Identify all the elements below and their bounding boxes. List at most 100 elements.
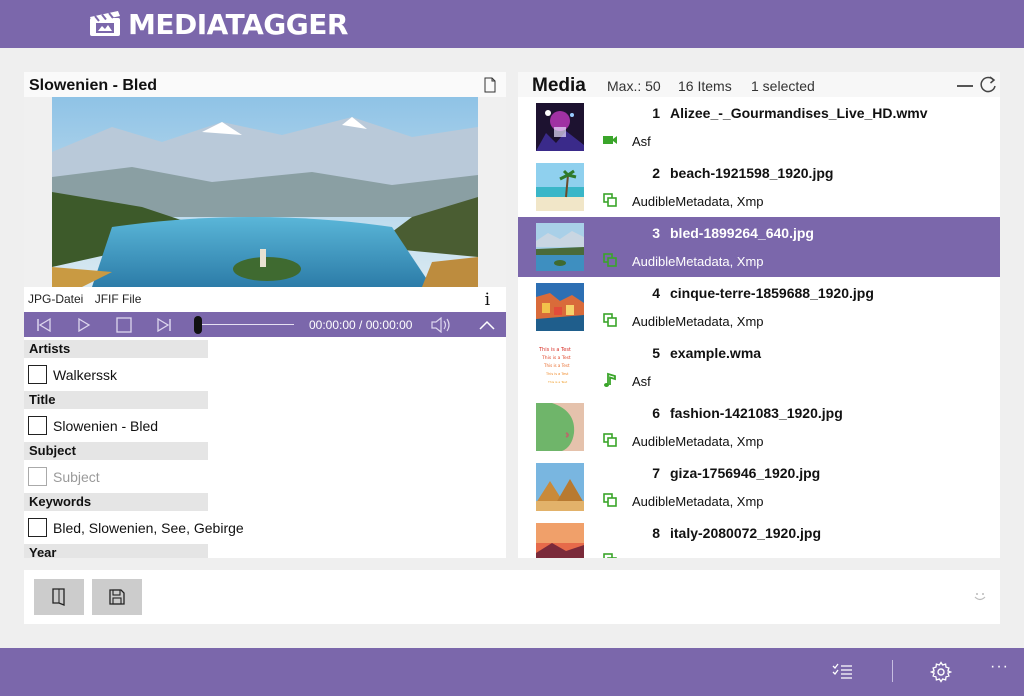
document-icon[interactable]	[484, 77, 496, 93]
file-info: JPG-Datei JFIF File	[28, 292, 149, 306]
separator	[892, 660, 893, 682]
item-metadata: AudibleMetadata, Xmp	[632, 254, 764, 269]
collapse-button[interactable]	[476, 312, 498, 337]
item-filename: italy-2080072_1920.jpg	[670, 525, 821, 541]
item-filename: giza-1756946_1920.jpg	[670, 465, 821, 481]
media-item[interactable]: 2 beach-1921598_1920.jpg AudibleMetadata…	[518, 157, 1000, 217]
thumbnail	[536, 163, 584, 211]
max-count: Max.: 50	[607, 78, 661, 94]
checklist-icon[interactable]	[831, 661, 853, 683]
open-folder-button[interactable]	[34, 579, 84, 615]
book-open-icon	[52, 588, 65, 606]
item-metadata: AudibleMetadata, Xmp	[632, 194, 764, 209]
image-icon	[603, 553, 617, 558]
field-value[interactable]: Slowenien - Bled	[53, 418, 158, 434]
item-number: 4	[652, 285, 660, 301]
field-placeholder[interactable]: Subject	[53, 469, 100, 485]
stop-button[interactable]	[114, 312, 134, 337]
field-year: Year	[24, 544, 506, 558]
thumbnail	[536, 103, 584, 151]
app-name: MEDIATAGGER	[128, 7, 348, 41]
command-bar: ···	[0, 648, 1024, 696]
item-count: 16 Items	[678, 78, 732, 94]
media-list: 1 Alizee_-_Gourmandises_Live_HD.wmv Asf …	[518, 97, 1000, 558]
item-number: 3	[652, 225, 660, 241]
preview-title: Slowenien - Bled	[29, 77, 158, 94]
save-button[interactable]	[92, 579, 142, 615]
field-checkbox[interactable]	[28, 467, 47, 486]
gear-icon[interactable]	[930, 661, 952, 683]
media-player-bar: 00:00:00 / 00:00:00	[24, 312, 506, 337]
image-icon	[603, 253, 617, 267]
item-number: 6	[652, 405, 660, 421]
field-checkbox[interactable]	[28, 365, 47, 384]
field-keywords: Keywords Bled, Slowenien, See, Gebirge	[24, 493, 506, 544]
preview-area	[24, 97, 506, 287]
previous-button[interactable]	[34, 312, 54, 337]
item-metadata: Asf	[632, 374, 651, 389]
file-type: JPG-Datei	[28, 292, 84, 306]
media-item[interactable]: 6 fashion-1421083_1920.jpg AudibleMetada…	[518, 397, 1000, 457]
metadata-fields: Artists Walkerssk Title Slowenien - Bled…	[24, 340, 506, 558]
remove-button[interactable]	[957, 85, 973, 87]
media-item[interactable]: 1 Alizee_-_Gourmandises_Live_HD.wmv Asf	[518, 97, 1000, 157]
seek-track[interactable]	[200, 324, 294, 325]
thumb-text-line: This is a Test	[545, 372, 569, 376]
item-filename: example.wma	[670, 345, 762, 361]
media-item[interactable]: 4 cinque-terre-1859688_1920.jpg AudibleM…	[518, 277, 1000, 337]
item-metadata: AudibleMetadata, Xmp	[632, 494, 764, 509]
item-metadata: AudibleMetadata, Xmp	[632, 314, 764, 329]
field-checkbox[interactable]	[28, 518, 47, 537]
media-item[interactable]: 7 giza-1756946_1920.jpg AudibleMetadata,…	[518, 457, 1000, 517]
media-item-selected[interactable]: 3 bled-1899264_640.jpg AudibleMetadata, …	[518, 217, 1000, 277]
field-value[interactable]: Walkerssk	[53, 367, 117, 383]
item-metadata: AudibleMetadata, Xmp	[632, 434, 764, 449]
image-icon	[603, 193, 617, 207]
field-checkbox[interactable]	[28, 416, 47, 435]
more-options-button[interactable]: ···	[990, 658, 1009, 676]
stop-icon	[116, 316, 132, 333]
playback-time: 00:00:00 / 00:00:00	[309, 318, 413, 332]
app-logo: MEDIATAGGER	[88, 6, 348, 42]
field-subject: Subject Subject	[24, 442, 506, 493]
refresh-icon[interactable]	[978, 75, 998, 95]
media-header: Media Max.: 50 16 Items 1 selected	[518, 72, 1000, 99]
thumbnail	[536, 463, 584, 511]
thumbnail	[536, 283, 584, 331]
thumb-text-line: This is a Test	[547, 380, 568, 384]
action-bar	[24, 570, 1000, 624]
skip-back-icon	[37, 317, 51, 332]
thumbnail: This is a Test This is a Test This is a …	[536, 343, 584, 391]
preview-image	[52, 97, 478, 287]
preview-header: Slowenien - Bled	[24, 72, 506, 98]
skip-forward-icon	[157, 317, 171, 332]
item-metadata: Asf	[632, 134, 651, 149]
thumb-text-line: This is a Test	[543, 363, 570, 368]
thumb-text-line: This is a Test	[538, 347, 571, 353]
save-icon	[109, 589, 125, 605]
field-artists: Artists Walkerssk	[24, 340, 506, 391]
item-filename: Alizee_-_Gourmandises_Live_HD.wmv	[670, 105, 928, 121]
chevron-up-icon	[479, 320, 495, 330]
thumbnail	[536, 223, 584, 271]
field-label: Artists	[24, 340, 208, 358]
volume-icon	[431, 316, 450, 333]
image-icon	[603, 433, 617, 447]
selected-count: 1 selected	[751, 78, 815, 94]
item-number: 1	[652, 105, 660, 121]
item-filename: fashion-1421083_1920.jpg	[670, 405, 843, 421]
info-button[interactable]: i	[485, 290, 490, 310]
item-filename: bled-1899264_640.jpg	[670, 225, 814, 241]
seek-handle[interactable]	[194, 316, 202, 334]
play-button[interactable]	[74, 312, 94, 337]
field-label: Year	[24, 544, 208, 558]
media-item[interactable]: 8 italy-2080072_1920.jpg	[518, 517, 1000, 558]
next-button[interactable]	[154, 312, 174, 337]
logo-clapper-icon	[90, 11, 120, 36]
volume-button[interactable]	[430, 312, 454, 337]
field-title: Title Slowenien - Bled	[24, 391, 506, 442]
media-item[interactable]: This is a Test This is a Test This is a …	[518, 337, 1000, 397]
field-value[interactable]: Bled, Slowenien, See, Gebirge	[53, 520, 244, 536]
video-icon	[603, 136, 617, 144]
feedback-smiley-icon[interactable]	[972, 588, 988, 604]
